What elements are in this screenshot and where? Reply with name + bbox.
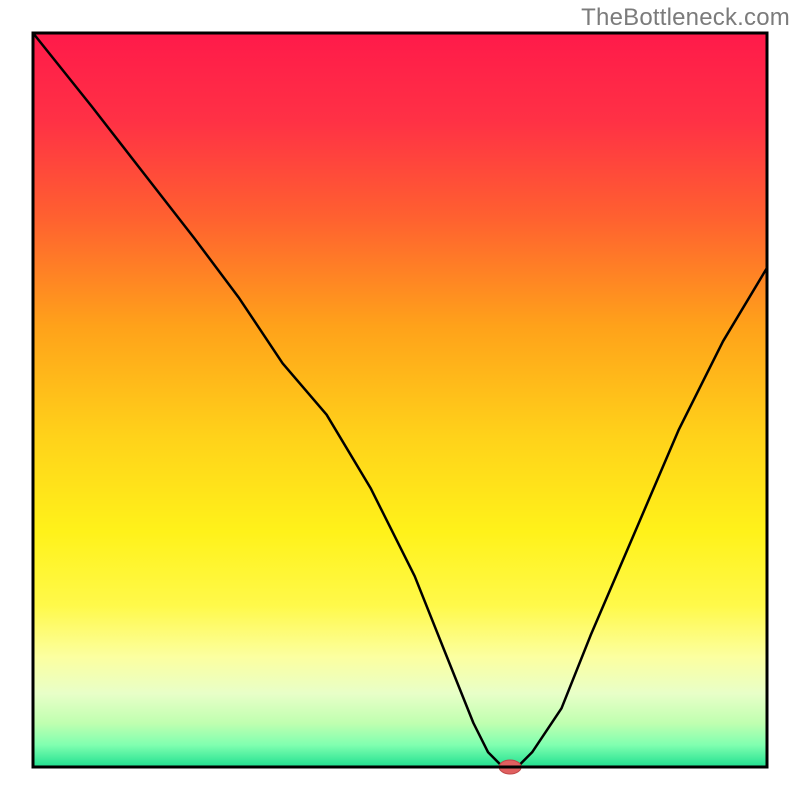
plot-background — [33, 33, 767, 767]
chart-svg — [0, 0, 800, 800]
bottleneck-chart: TheBottleneck.com — [0, 0, 800, 800]
watermark-text: TheBottleneck.com — [581, 4, 790, 32]
